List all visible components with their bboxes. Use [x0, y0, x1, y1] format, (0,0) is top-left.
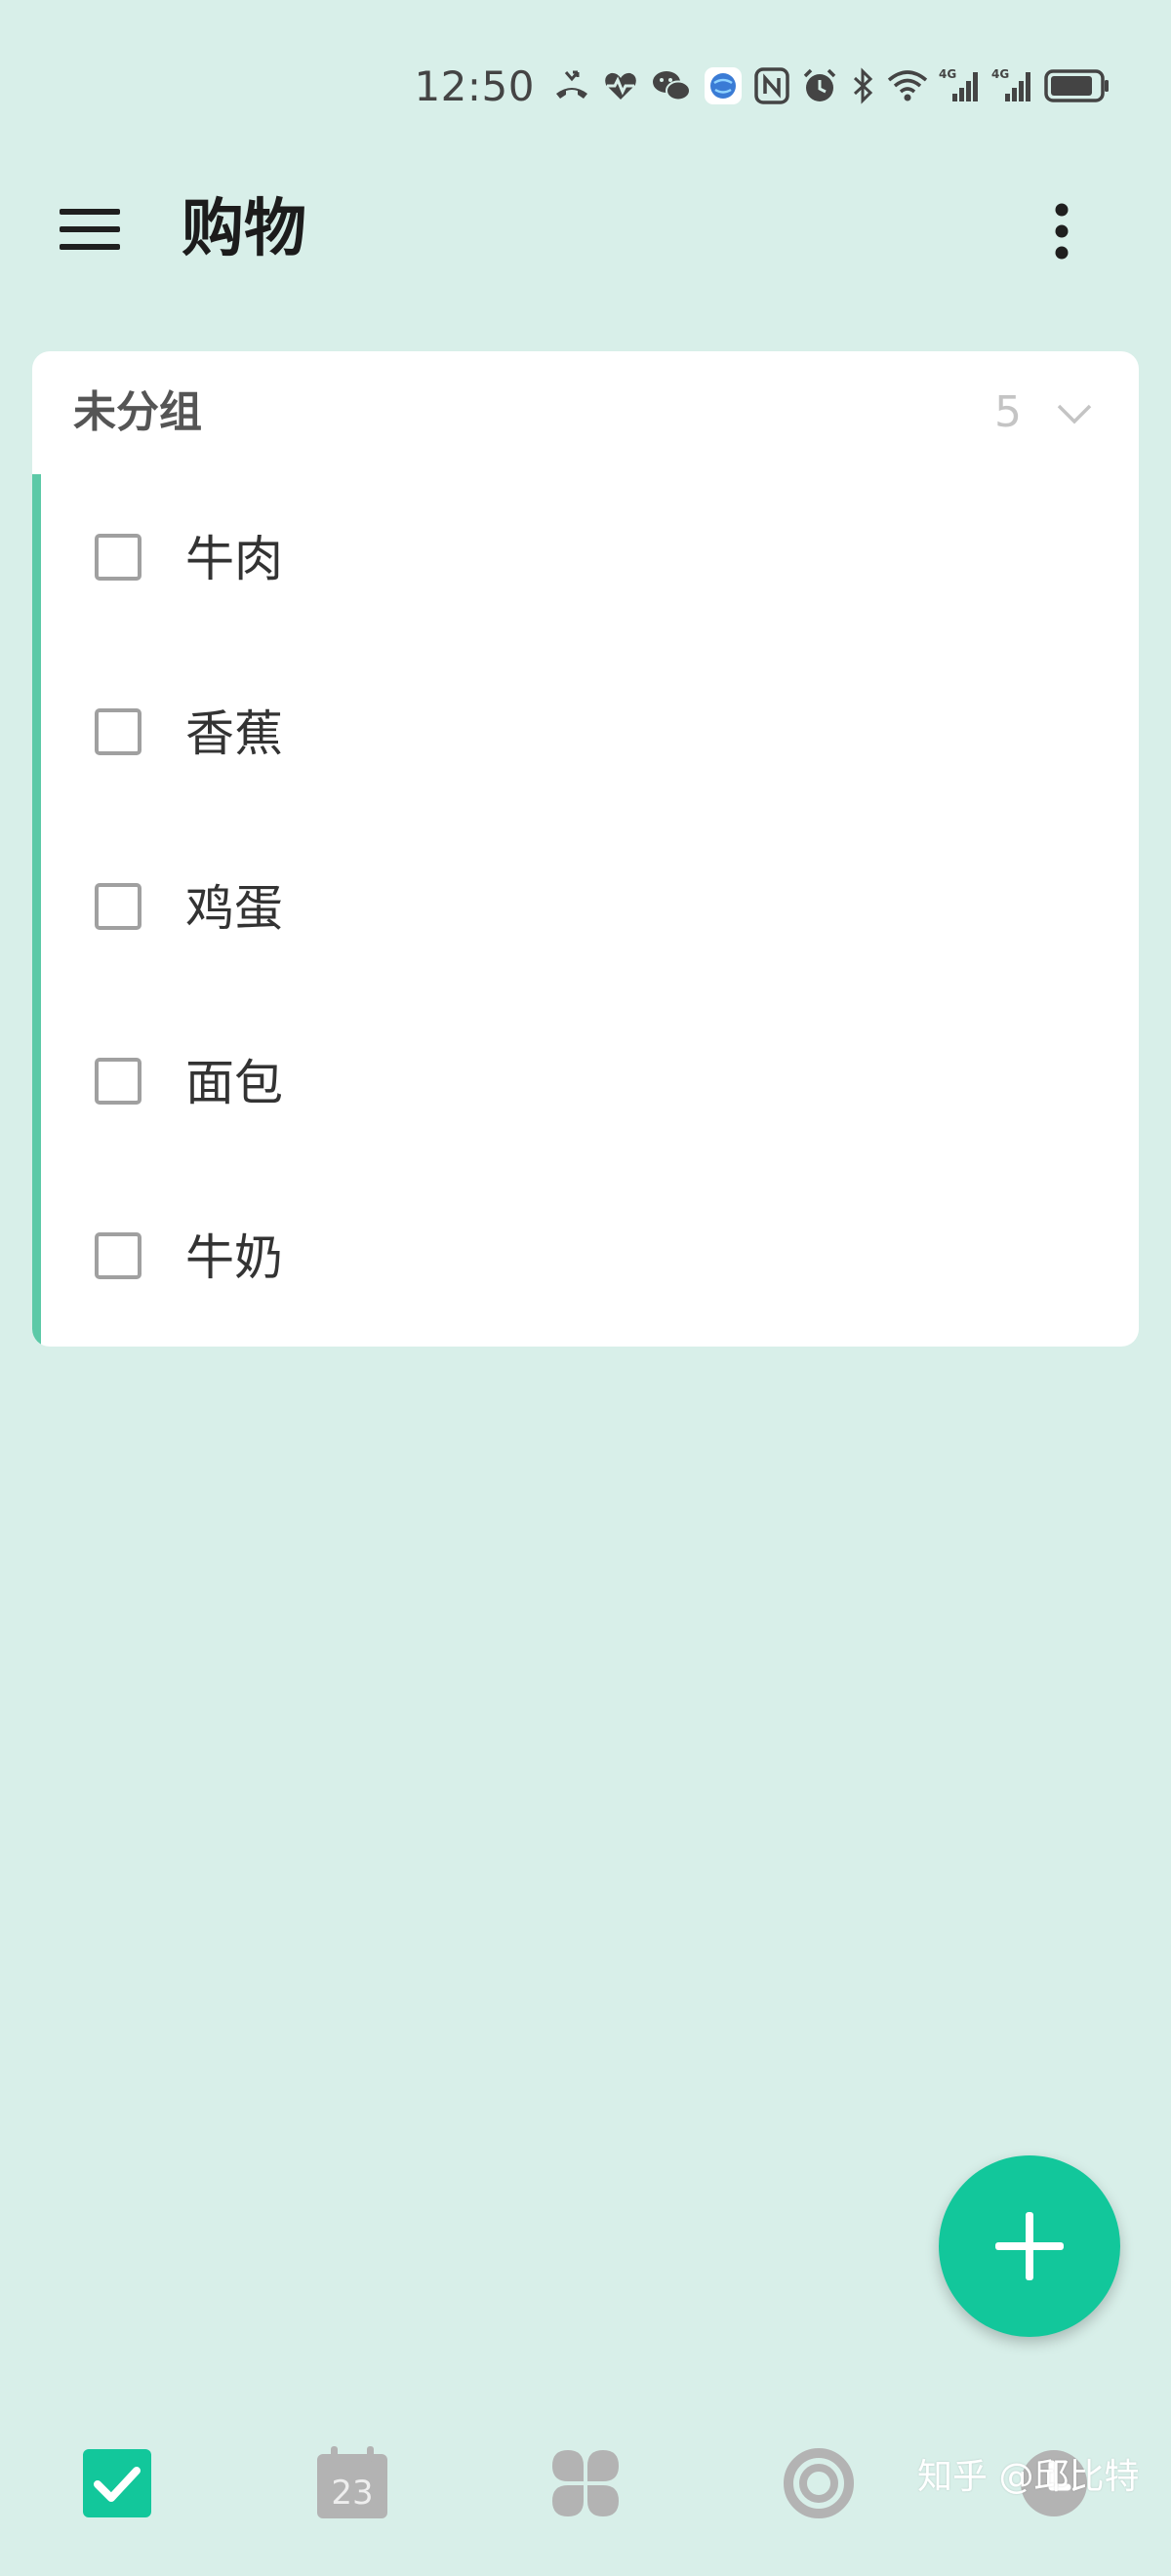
status-time: 12:50 — [414, 61, 535, 110]
group-header[interactable]: 未分组 5 — [32, 351, 1139, 474]
plus-icon — [995, 2212, 1064, 2280]
alarm-icon — [800, 66, 839, 105]
task-group-card: 未分组 5 牛肉 香蕉 鸡蛋 面包 牛奶 — [32, 351, 1139, 1347]
hamburger-menu-icon — [60, 209, 120, 250]
app-bar: 购物 — [0, 176, 1171, 283]
task-item[interactable]: 香蕉 — [32, 649, 1139, 824]
task-label: 面包 — [185, 1055, 283, 1111]
bluetooth-icon — [849, 66, 876, 105]
task-item[interactable]: 牛肉 — [32, 474, 1139, 649]
group-count: 5 — [994, 387, 1022, 437]
browser-app-icon — [703, 65, 744, 106]
task-label: 香蕉 — [185, 705, 283, 762]
nav-item-focus[interactable] — [775, 2439, 863, 2527]
task-item[interactable]: 面包 — [32, 998, 1139, 1173]
task-checkbox[interactable] — [95, 883, 141, 930]
svg-text:4G: 4G — [991, 67, 1009, 81]
page-title: 购物 — [182, 193, 306, 265]
battery-icon — [1044, 66, 1110, 105]
grid-apps-icon — [552, 2450, 619, 2516]
task-check-icon — [83, 2449, 151, 2517]
wechat-icon — [650, 66, 693, 105]
task-item[interactable]: 牛奶 — [32, 1173, 1139, 1347]
wifi-icon — [886, 66, 929, 105]
task-label: 牛肉 — [185, 531, 283, 587]
task-checkbox[interactable] — [95, 534, 141, 581]
task-checkbox[interactable] — [95, 708, 141, 755]
more-options-button[interactable] — [1040, 197, 1083, 265]
svg-text:4G: 4G — [939, 67, 956, 81]
task-label: 牛奶 — [185, 1229, 283, 1286]
focus-ring-icon — [784, 2448, 854, 2518]
group-title: 未分组 — [73, 387, 202, 437]
calendar-icon: 23 — [315, 2446, 389, 2520]
missed-call-icon — [552, 66, 591, 105]
task-checkbox[interactable] — [95, 1058, 141, 1105]
chevron-down-icon[interactable] — [1053, 392, 1096, 435]
add-task-button[interactable] — [939, 2155, 1120, 2337]
task-list: 牛肉 香蕉 鸡蛋 面包 牛奶 — [32, 474, 1139, 1347]
watermark: 知乎 @邱比特 — [917, 2457, 1140, 2497]
nav-item-tasks[interactable] — [73, 2439, 161, 2527]
task-checkbox[interactable] — [95, 1232, 141, 1279]
status-bar: 12:50 4G 4G — [414, 59, 1110, 113]
task-item[interactable]: 鸡蛋 — [32, 824, 1139, 998]
more-vertical-icon — [1055, 203, 1069, 260]
menu-button[interactable] — [51, 195, 129, 263]
nfc-icon — [753, 66, 790, 105]
nav-item-apps[interactable] — [542, 2439, 629, 2527]
task-label: 鸡蛋 — [185, 880, 283, 937]
heart-rate-icon — [601, 66, 640, 105]
signal-4g-icon: 4G — [991, 66, 1034, 105]
nav-item-calendar[interactable]: 23 — [308, 2439, 396, 2527]
signal-4g-icon: 4G — [939, 66, 982, 105]
calendar-day: 23 — [331, 2474, 374, 2513]
